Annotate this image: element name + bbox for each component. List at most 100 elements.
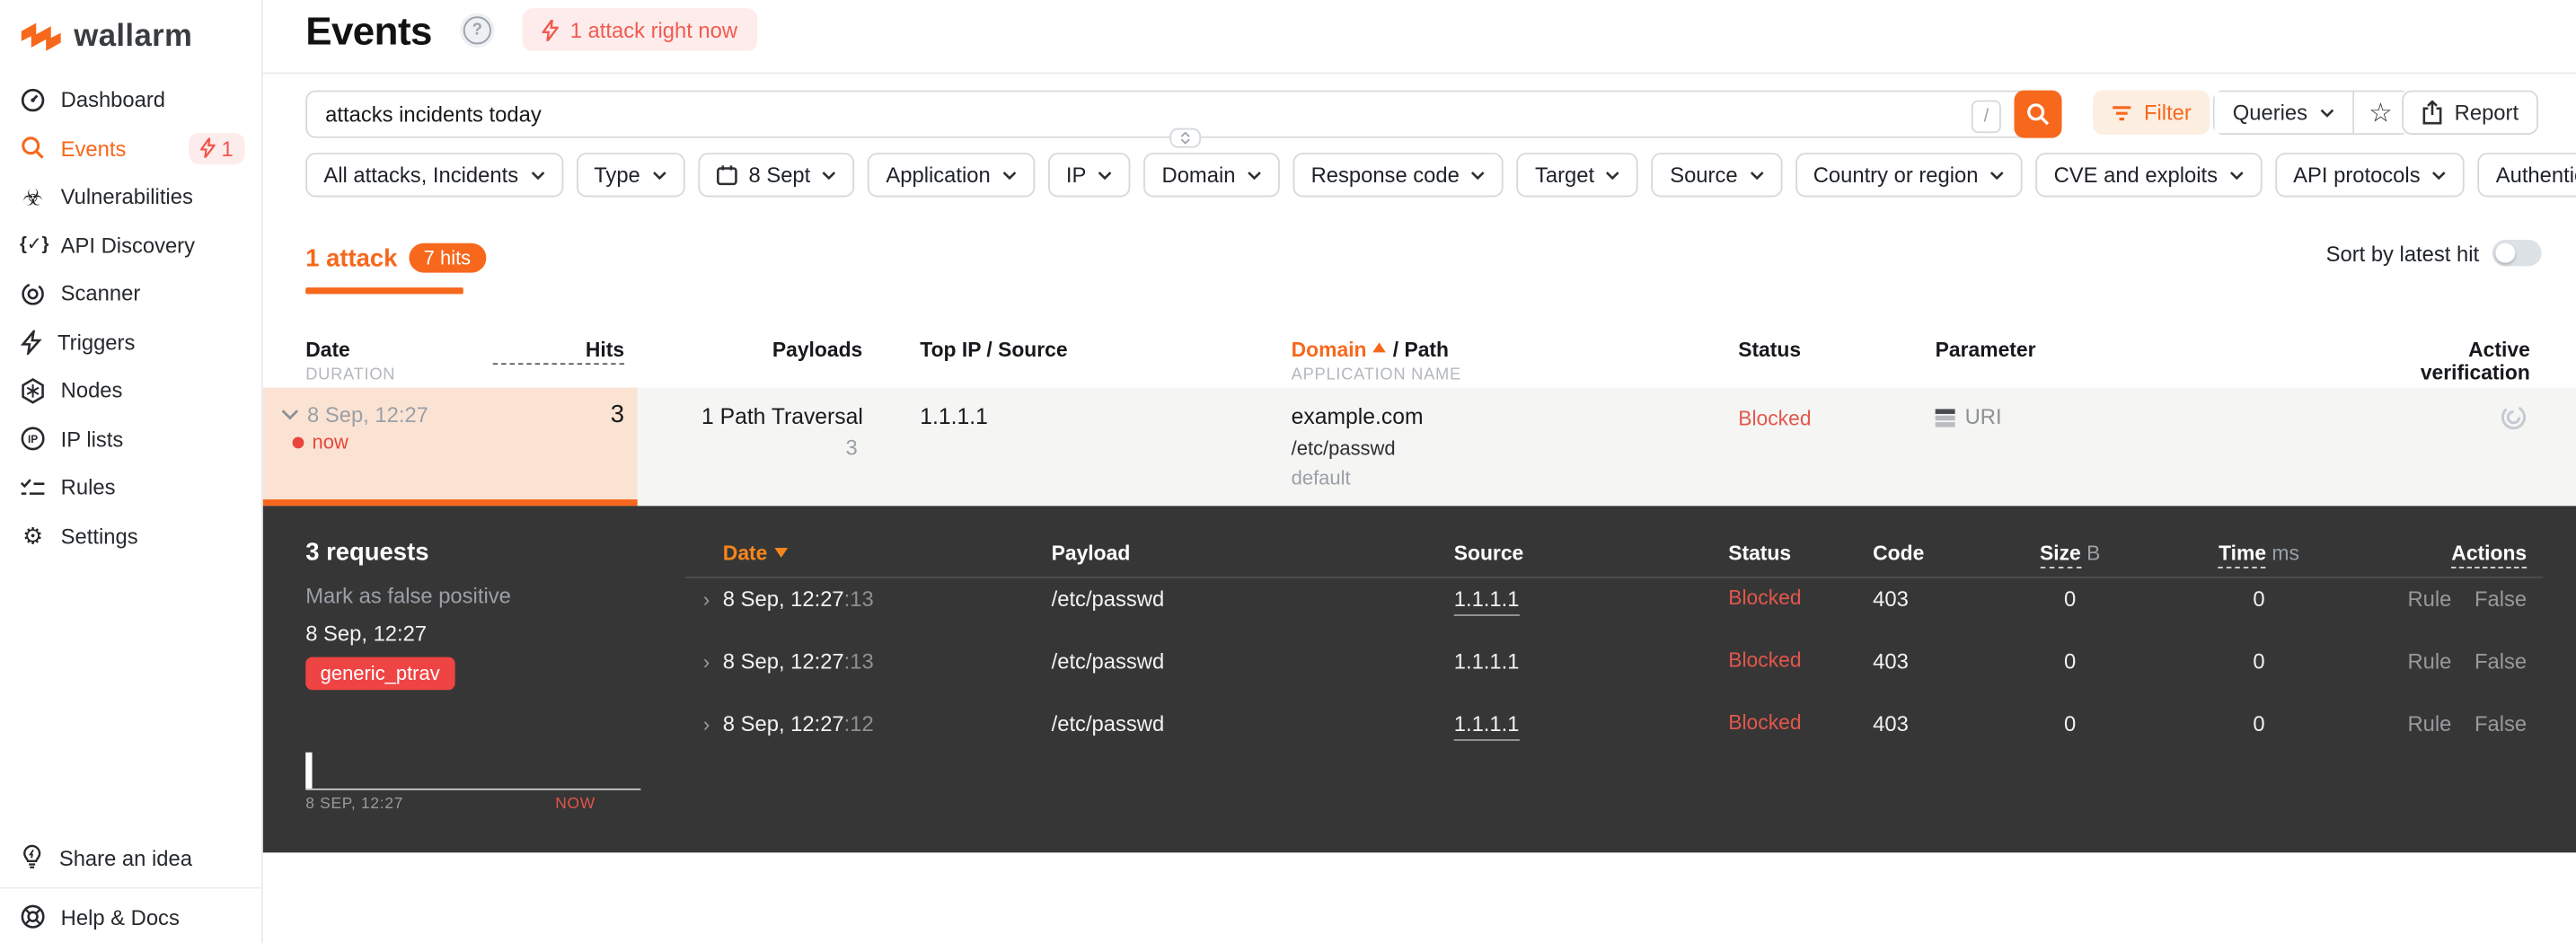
request-time: 8 Sep, 12:27: [722, 648, 844, 674]
lightbulb-icon: [23, 844, 41, 868]
verification-line2: verification: [2420, 361, 2530, 385]
dcol-size[interactable]: Size B: [1972, 542, 2168, 568]
attack-alert-badge[interactable]: 1 attack right now: [522, 8, 758, 51]
col-domain-path[interactable]: Domain / Path: [1292, 339, 1449, 362]
checklist-icon: [20, 478, 45, 495]
false-action[interactable]: False: [2475, 648, 2527, 673]
request-row[interactable]: › 8 Sep, 12:27:13 /etc/passwd 1.1.1.1 Bl…: [263, 586, 2576, 616]
rule-action[interactable]: Rule: [2407, 711, 2451, 736]
chip-response-code[interactable]: Response code: [1292, 153, 1504, 198]
chevron-right-icon[interactable]: ›: [703, 713, 710, 736]
help-and-docs[interactable]: Help & Docs: [0, 895, 261, 939]
domain-sort-label[interactable]: Domain: [1292, 339, 1367, 362]
request-row[interactable]: › 8 Sep, 12:27:12 /etc/passwd 1.1.1.1 Bl…: [263, 711, 2576, 741]
request-payload: /etc/passwd: [1051, 586, 1165, 612]
active-verification-spinner-icon[interactable]: [2501, 404, 2527, 430]
chevron-right-icon[interactable]: ›: [703, 588, 710, 612]
chip-date[interactable]: 8 Sept: [697, 153, 855, 198]
col-hits[interactable]: Hits: [492, 339, 625, 366]
request-size: 0: [2064, 586, 2077, 612]
chip-label: Country or region: [1813, 163, 1979, 188]
chip-source[interactable]: Source: [1652, 153, 1782, 198]
chip-authentication[interactable]: Authentication: [2477, 153, 2576, 198]
attack-duration: now: [292, 430, 348, 454]
timeline-start-label: 8 SEP, 12:27: [305, 795, 404, 814]
rule-action[interactable]: Rule: [2407, 648, 2451, 673]
sort-toggle[interactable]: [2492, 240, 2542, 267]
chip-target[interactable]: Target: [1516, 153, 1639, 198]
attack-top-ip[interactable]: 1.1.1.1: [920, 404, 988, 428]
chip-label: Target: [1534, 163, 1595, 188]
request-status: Blocked: [1728, 711, 1802, 735]
sidebar-item-settings[interactable]: ⚙ Settings: [0, 512, 261, 560]
chip-label: Source: [1670, 163, 1738, 188]
now-label: now: [312, 430, 348, 454]
attack-payload[interactable]: 1 Path Traversal: [701, 404, 863, 428]
false-action[interactable]: False: [2475, 586, 2527, 611]
request-source[interactable]: 1.1.1.1: [1454, 648, 1520, 673]
chip-country[interactable]: Country or region: [1795, 153, 2023, 198]
parameter-value: URI: [1964, 403, 2002, 429]
chevron-down-icon: [2319, 108, 2333, 117]
attack-domain[interactable]: example.com: [1292, 404, 1424, 428]
chip-domain[interactable]: Domain: [1143, 153, 1280, 198]
chip-cve[interactable]: CVE and exploits: [2035, 153, 2263, 198]
attack-row[interactable]: 8 Sep, 12:27 now 3 1 Path Traversal 3 1.…: [262, 387, 2576, 507]
report-button[interactable]: Report: [2402, 90, 2539, 135]
dcol-date[interactable]: Date: [723, 542, 788, 565]
sidebar-item-triggers[interactable]: Triggers: [0, 318, 261, 366]
favorite-star-button[interactable]: ☆: [2353, 92, 2408, 134]
verification-line1: Active: [2468, 338, 2530, 362]
chevron-down-icon: [1180, 138, 1190, 145]
chip-type[interactable]: Type: [576, 153, 685, 198]
bolt-icon: [20, 330, 42, 355]
col-date: Date: [305, 338, 350, 362]
chevron-down-icon: [822, 171, 836, 180]
chip-api-protocols[interactable]: API protocols: [2275, 153, 2465, 198]
queries-button-group: Queries ☆: [2212, 90, 2410, 135]
chevron-down-icon: [1098, 171, 1112, 180]
wallarm-app: wallarm Dashboard Events 1 ☣ Vulnerabili…: [0, 0, 2576, 943]
sidebar-item-api-discovery[interactable]: {✓} API Discovery: [0, 221, 261, 269]
queries-button[interactable]: Queries: [2214, 92, 2354, 134]
filter-button[interactable]: Filter: [2093, 90, 2210, 135]
sidebar-item-nodes[interactable]: Nodes: [0, 366, 261, 415]
rule-action[interactable]: Rule: [2407, 586, 2451, 611]
attack-date-cell[interactable]: 8 Sep, 12:27 now 3: [262, 387, 638, 507]
wallarm-logo[interactable]: wallarm: [20, 20, 192, 56]
request-source[interactable]: 1.1.1.1: [1453, 586, 1520, 616]
request-duration: 0: [2253, 711, 2265, 736]
help-icon[interactable]: ?: [460, 13, 495, 48]
dcol-time[interactable]: Time ms: [2168, 542, 2349, 568]
sidebar-item-events[interactable]: Events 1: [0, 124, 261, 172]
chevron-expanded-icon[interactable]: [281, 409, 299, 420]
dcol-size-label: Size: [2039, 542, 2081, 568]
col-parameter: Parameter: [1935, 338, 2036, 362]
search-button[interactable]: [2014, 90, 2062, 138]
search-expand-handle[interactable]: [1169, 128, 1202, 148]
sidebar-item-vulnerabilities[interactable]: ☣ Vulnerabilities: [0, 172, 261, 221]
dcol-actions[interactable]: Actions: [2451, 542, 2527, 568]
false-action[interactable]: False: [2475, 711, 2527, 736]
request-size: 0: [2064, 648, 2077, 674]
chevron-right-icon[interactable]: ›: [703, 650, 710, 674]
request-status: Blocked: [1728, 586, 1802, 610]
sidebar-item-rules[interactable]: Rules: [0, 463, 261, 512]
chip-application[interactable]: Application: [868, 153, 1036, 198]
request-code: 403: [1873, 648, 1909, 674]
chip-attack-type[interactable]: All attacks, Incidents: [305, 153, 563, 198]
attacks-tab[interactable]: 1 attack 7 hits: [305, 242, 486, 273]
request-row[interactable]: › 8 Sep, 12:27:13 /etc/passwd 1.1.1.1 Bl…: [263, 648, 2576, 678]
request-source[interactable]: 1.1.1.1: [1453, 711, 1520, 741]
report-label: Report: [2454, 100, 2519, 126]
sidebar-item-ip-lists[interactable]: IP IP lists: [0, 415, 261, 463]
chip-ip[interactable]: IP: [1047, 153, 1131, 198]
dcol-status: Status: [1728, 542, 1792, 566]
dashboard-icon: [21, 88, 45, 111]
sidebar-item-scanner[interactable]: Scanner: [0, 269, 261, 318]
filter-icon: [2113, 105, 2131, 120]
dcol-time-unit: ms: [2272, 542, 2299, 566]
sidebar-item-dashboard[interactable]: Dashboard: [0, 75, 261, 124]
filter-label: Filter: [2143, 100, 2192, 126]
share-an-idea[interactable]: Share an idea: [0, 836, 261, 879]
